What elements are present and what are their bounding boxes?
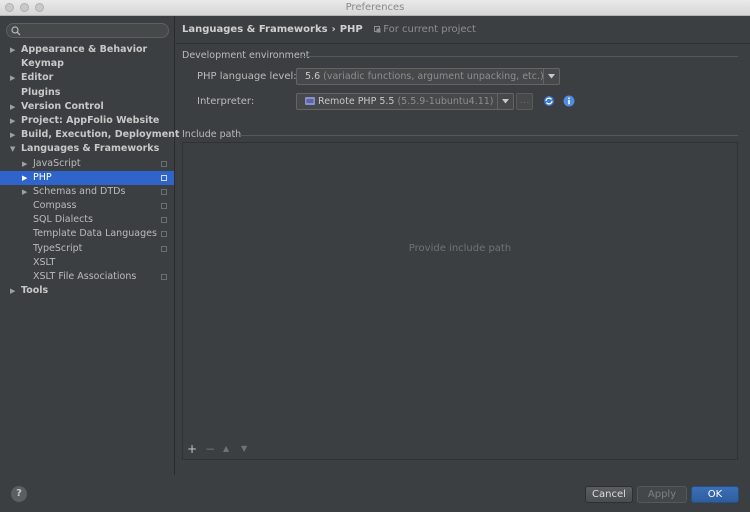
window-titlebar: Preferences [0, 0, 750, 16]
sidebar-item-label: Keymap [21, 58, 64, 70]
sidebar-item-xslt-file-associations[interactable]: XSLT File Associations [0, 270, 174, 284]
add-path-button[interactable]: + [187, 443, 197, 455]
sidebar-item-label: Plugins [21, 86, 61, 98]
project-scope-icon [374, 26, 381, 33]
sidebar-item-label: Project: AppFolio Website [21, 114, 160, 126]
chevron-right-icon[interactable]: ▶ [22, 185, 27, 199]
project-level-icon [161, 174, 167, 181]
chevron-down-icon[interactable]: ▼ [10, 142, 15, 156]
project-level-icon [161, 188, 167, 195]
include-path-empty-text: Provide include path [408, 243, 512, 254]
refresh-icon[interactable] [543, 95, 555, 107]
sidebar-item-plugins[interactable]: Plugins [0, 86, 174, 100]
sidebar-item-editor[interactable]: ▶ Editor [0, 71, 174, 85]
sidebar-item-languages-frameworks[interactable]: ▼ Languages & Frameworks [0, 142, 174, 156]
sidebar-item-template-data-languages[interactable]: Template Data Languages [0, 227, 174, 241]
sidebar-item-label: Languages & Frameworks [21, 143, 160, 155]
move-up-button[interactable]: ▲ [223, 443, 229, 455]
sidebar-item-label: JavaScript [33, 157, 81, 169]
help-button[interactable]: ? [11, 486, 27, 502]
language-level-label: PHP language level: [197, 71, 297, 82]
settings-sidebar: ▶ Appearance & Behavior Keymap ▶ Editor Plugi… [0, 16, 179, 475]
language-level-number: 5.6 [305, 71, 321, 82]
sidebar-item-tools[interactable]: ▶ Tools [0, 284, 174, 298]
include-path-divider [240, 135, 738, 136]
sidebar-item-label: SQL Dialects [33, 214, 93, 226]
project-level-icon [161, 203, 167, 210]
chevron-right-icon[interactable]: ▶ [22, 157, 27, 171]
sidebar-item-label: PHP [33, 171, 52, 183]
info-icon[interactable] [563, 95, 575, 107]
chevron-right-icon[interactable]: ▶ [10, 71, 15, 85]
interpreter-version: (5.5.9-1ubuntu4.11) [397, 96, 494, 107]
sidebar-item-compass[interactable]: Compass [0, 199, 174, 213]
project-level-icon [161, 217, 167, 224]
sidebar-item-label: XSLT [33, 256, 56, 268]
project-level-icon [161, 160, 167, 167]
chevron-right-icon[interactable]: ▶ [10, 128, 15, 142]
project-level-icon [161, 245, 167, 252]
breadcrumb: Languages & Frameworks › PHP For current p… [182, 24, 476, 35]
breadcrumb-separator: › [331, 24, 336, 35]
sidebar-item-label: Editor [21, 72, 54, 84]
sidebar-item-label: Compass [33, 200, 77, 212]
sidebar-item-sql-dialects[interactable]: SQL Dialects [0, 213, 174, 227]
settings-search-input[interactable] [6, 23, 169, 38]
chevron-down-icon[interactable] [497, 94, 513, 109]
project-scope-label: For current project [383, 24, 476, 35]
sidebar-item-typescript[interactable]: TypeScript [0, 242, 174, 256]
language-level-select[interactable]: 5.6 (variadic functions, argument unpack… [296, 68, 560, 85]
sidebar-item-label: XSLT File Associations [33, 271, 137, 282]
search-icon [11, 26, 21, 36]
breadcrumb-parent: Languages & Frameworks [182, 24, 328, 35]
remove-path-button[interactable]: − [205, 443, 215, 455]
sidebar-item-xslt[interactable]: XSLT [0, 256, 174, 270]
project-scope: For current project [374, 24, 476, 35]
apply-button[interactable]: Apply [637, 486, 687, 503]
php-interpreter-icon [305, 97, 315, 105]
interpreter-value: Remote PHP 5.5 (5.5.9-1ubuntu4.11) [305, 96, 494, 107]
language-level-description: (variadic functions, argument unpacking,… [323, 71, 544, 82]
sidebar-item-label: Schemas and DTDs [33, 185, 126, 197]
sidebar-item-project-appfolio-website[interactable]: ▶ Project: AppFolio Website [0, 114, 174, 128]
project-level-icon [161, 231, 167, 238]
sidebar-item-appearance-behavior[interactable]: ▶ Appearance & Behavior [0, 43, 174, 57]
sidebar-item-version-control[interactable]: ▶ Version Control [0, 100, 174, 114]
move-down-button[interactable]: ▼ [241, 443, 247, 455]
chevron-right-icon[interactable]: ▶ [10, 43, 15, 57]
dev-env-title: Development environment [182, 50, 310, 61]
cancel-button[interactable]: Cancel [585, 486, 633, 503]
interpreter-select[interactable]: Remote PHP 5.5 (5.5.9-1ubuntu4.11) [296, 93, 514, 110]
chevron-right-icon[interactable]: ▶ [10, 114, 15, 128]
chevron-right-icon[interactable]: ▶ [10, 100, 15, 114]
sidebar-item-php[interactable]: ▶ PHP [0, 170, 174, 185]
sidebar-item-keymap[interactable]: Keymap [0, 57, 174, 71]
chevron-right-icon[interactable]: ▶ [10, 284, 15, 298]
browse-interpreter-button[interactable]: … [516, 93, 533, 110]
header-divider [176, 43, 750, 44]
breadcrumb-current: PHP [339, 24, 363, 35]
sidebar-item-label: Template Data Languages [33, 228, 157, 240]
window-title: Preferences [345, 2, 405, 13]
sidebar-item-label: Version Control [21, 100, 104, 112]
interpreter-name: Remote PHP 5.5 [318, 96, 395, 107]
sidebar-item-label: Tools [21, 285, 49, 297]
ok-button[interactable]: OK [691, 486, 739, 503]
interpreter-label: Interpreter: [197, 96, 255, 107]
chevron-down-icon[interactable] [543, 69, 559, 84]
include-path-list[interactable]: Provide include path + − ▲ ▼ [182, 142, 738, 460]
sidebar-item-label: Appearance & Behavior [21, 44, 148, 55]
dev-env-divider [298, 56, 738, 57]
language-level-value: 5.6 (variadic functions, argument unpack… [305, 71, 544, 82]
settings-tree: ▶ Appearance & Behavior Keymap ▶ Editor Plugi… [0, 43, 179, 298]
sidebar-item-label: TypeScript [33, 242, 83, 254]
sidebar-item-javascript[interactable]: ▶ JavaScript [0, 157, 174, 171]
sidebar-item-build-execution-deployment[interactable]: ▶ Build, Execution, Deployment [0, 128, 179, 142]
sidebar-item-label: Build, Execution, Deployment [21, 129, 180, 141]
project-level-icon [161, 274, 167, 280]
chevron-right-icon[interactable]: ▶ [22, 171, 27, 185]
sidebar-item-schemas-and-dtds[interactable]: ▶ Schemas and DTDs [0, 185, 174, 199]
include-path-title: Include path [182, 129, 242, 140]
